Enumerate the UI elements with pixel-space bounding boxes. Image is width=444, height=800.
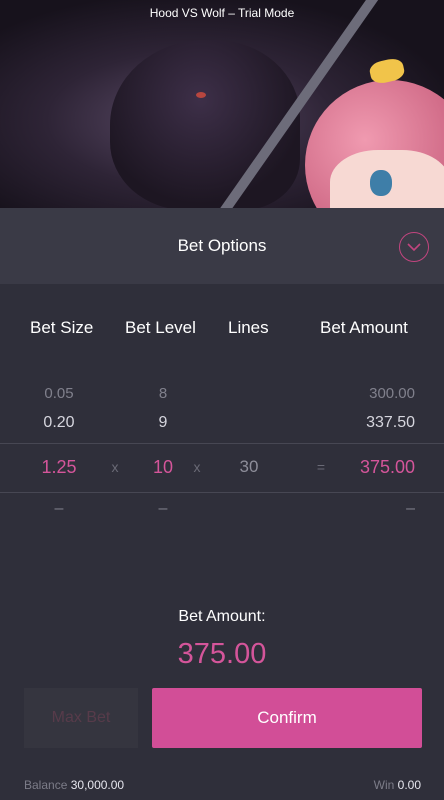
bet-amount-value: 375.00 <box>177 638 267 670</box>
balance-label: Balance <box>24 778 68 792</box>
selected-bet-row: 1.25 x 10 x 30 = 375.00 <box>0 443 444 493</box>
game-screen: Hood VS Wolf – Trial Mode Bet Options Be… <box>0 0 444 800</box>
panel-title: Bet Options <box>177 236 267 255</box>
bet-amount-option[interactable]: 300.00 <box>345 385 415 402</box>
win-value: 0.00 <box>397 778 421 792</box>
chevron-down-icon <box>407 242 421 251</box>
bet-level-option[interactable]: 8 <box>148 385 178 402</box>
selected-bet-amount[interactable]: 375.00 <box>345 457 415 478</box>
bet-options-panel: Bet Options Bet Size Bet Level Lines Bet… <box>0 208 444 800</box>
lines-header: Lines <box>228 318 269 337</box>
game-artwork: Hood VS Wolf – Trial Mode <box>0 0 444 208</box>
bet-level-option[interactable]: 9 <box>148 414 178 432</box>
bet-level-header: Bet Level <box>125 318 196 337</box>
equals-sign: = <box>316 459 326 475</box>
selected-bet-level[interactable]: 10 <box>148 457 178 478</box>
balance-value: 30,000.00 <box>70 778 125 792</box>
bet-amount-option[interactable]: – <box>345 500 415 518</box>
selected-bet-size[interactable]: 1.25 <box>30 457 88 478</box>
bet-level-option[interactable]: – <box>148 500 178 518</box>
max-bet-button[interactable]: Max Bet <box>24 688 138 748</box>
bet-amount-option[interactable]: 337.50 <box>345 414 415 432</box>
game-title: Hood VS Wolf – Trial Mode <box>149 6 295 20</box>
panel-header: Bet Options <box>0 208 444 284</box>
hood-girl-eye <box>370 170 392 196</box>
bet-size-option[interactable]: 0.20 <box>30 414 88 432</box>
multiply-sign: x <box>193 459 201 475</box>
collapse-button[interactable] <box>399 232 429 262</box>
win-display: Win 0.00 <box>374 778 421 792</box>
confirm-button[interactable]: Confirm <box>152 688 422 748</box>
bet-amount-header: Bet Amount <box>320 318 408 337</box>
win-label: Win <box>373 778 395 792</box>
balance-display: Balance 30,000.00 <box>24 778 124 792</box>
bet-size-option[interactable]: 0.05 <box>30 385 88 402</box>
multiply-sign: x <box>111 459 119 475</box>
lines-value: 30 <box>239 457 259 476</box>
bet-size-option[interactable]: – <box>30 500 88 518</box>
wolf-artwork <box>110 40 300 208</box>
bet-size-header: Bet Size <box>30 318 94 337</box>
bet-amount-label: Bet Amount: <box>178 608 266 625</box>
wolf-eye <box>196 92 206 98</box>
